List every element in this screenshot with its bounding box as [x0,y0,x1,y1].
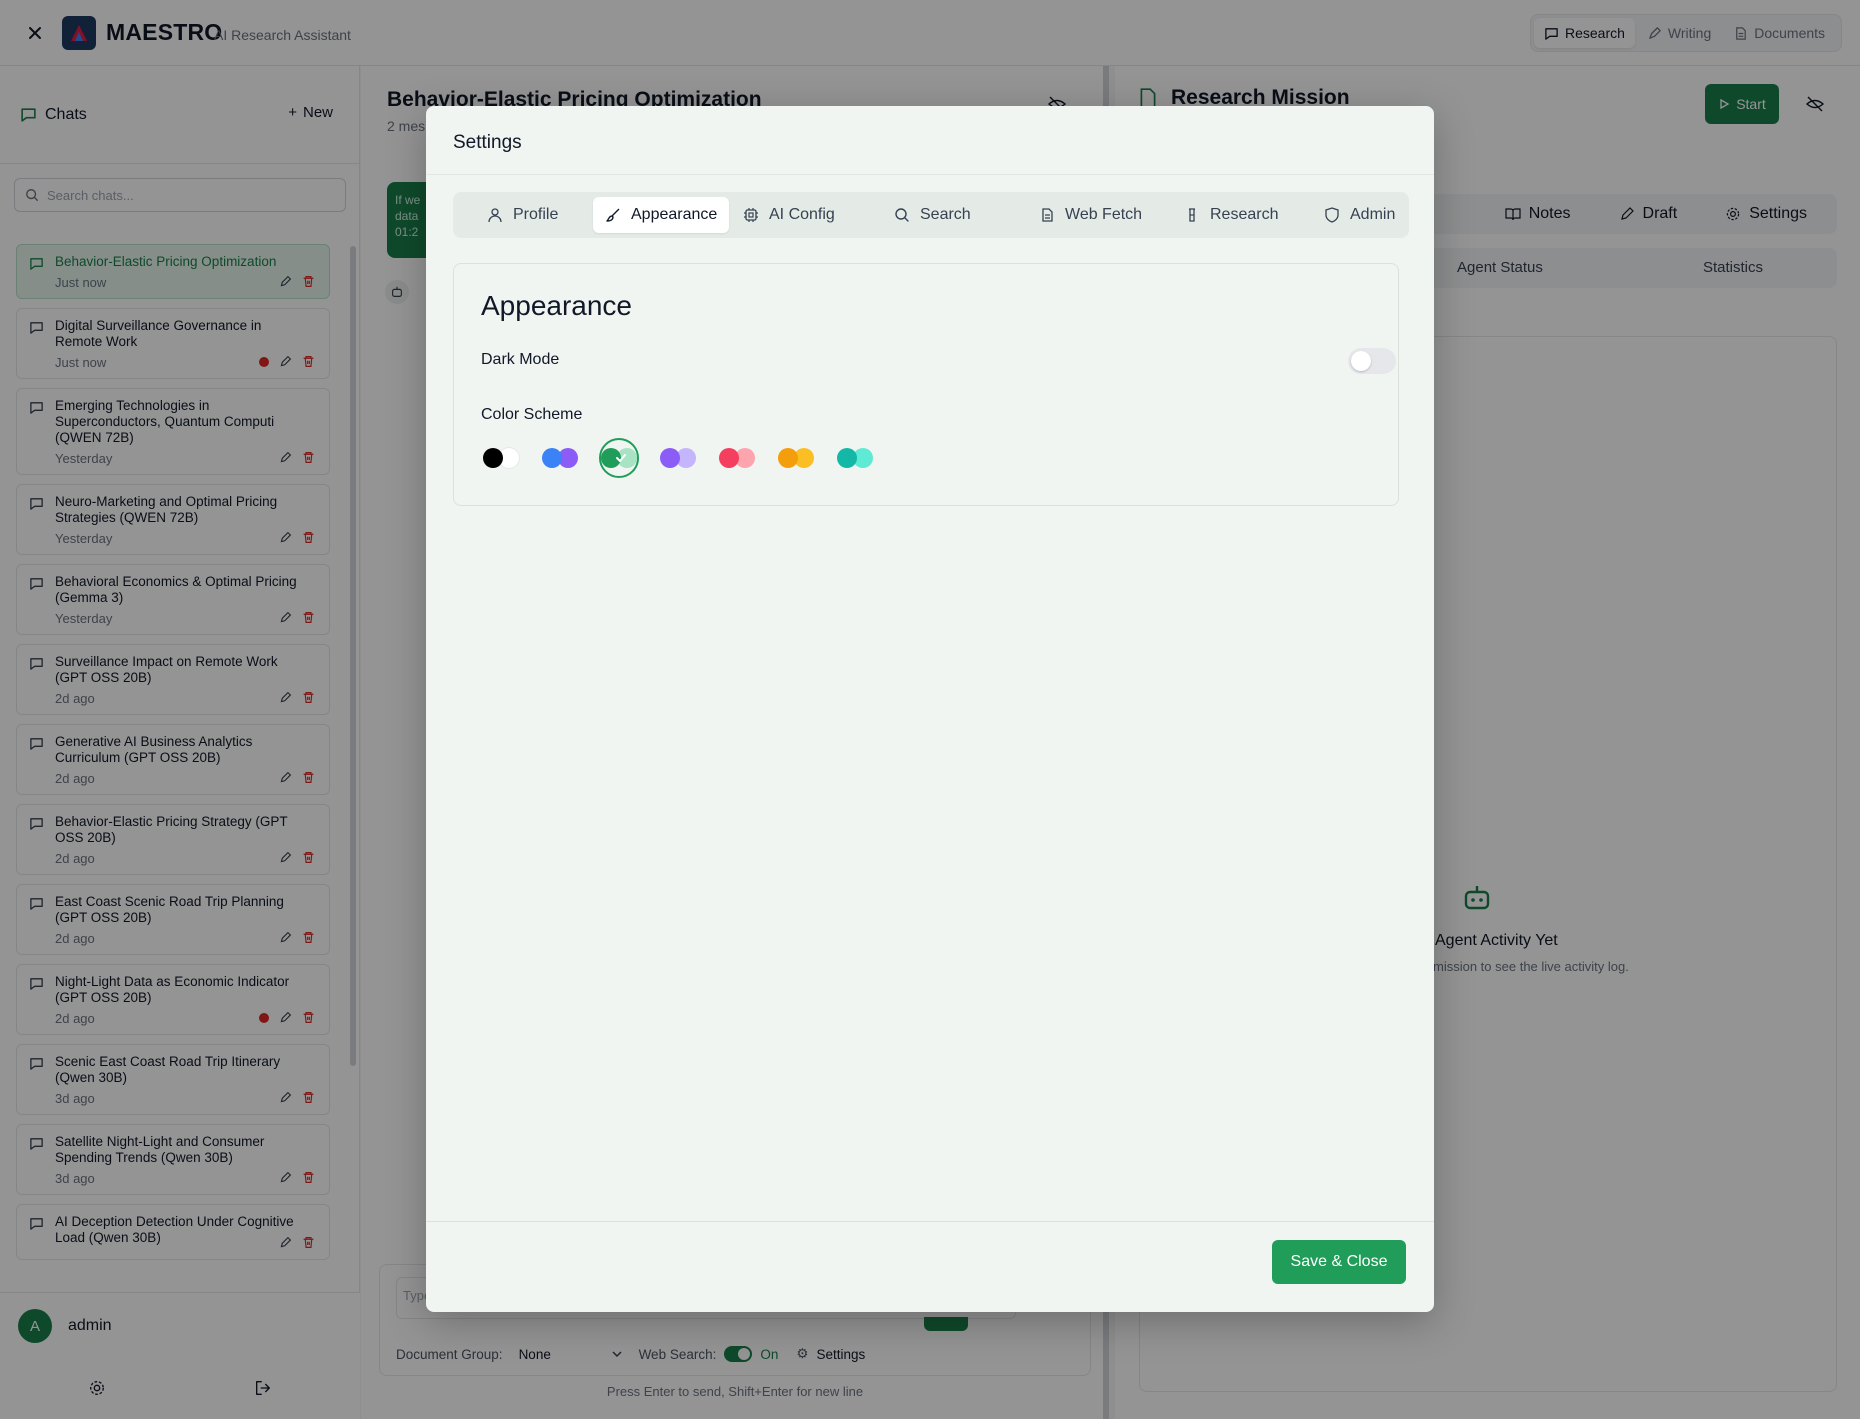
tab-search-label: Search [920,206,971,223]
color-scheme-label: Color Scheme [481,406,583,423]
user-icon [488,208,502,223]
swatch-primary [542,448,562,468]
cpu-icon [744,208,758,222]
color-scheme-emerald[interactable] [599,438,639,478]
swatch-primary [837,448,857,468]
modal-footer-divider [426,1221,1434,1222]
tab-appearance[interactable]: Appearance [593,197,730,233]
color-scheme-default[interactable] [481,438,521,478]
file-text-icon [1042,208,1053,222]
tab-search[interactable]: Search [882,197,983,233]
modal-title: Settings [453,132,522,153]
tab-web-fetch[interactable]: Web Fetch [1027,197,1154,233]
settings-modal: Settings Profile Appearance AI Config Se… [426,106,1434,1312]
color-scheme-teal[interactable] [835,438,875,478]
tab-admin-label: Admin [1350,206,1396,223]
tab-ai-config-label: AI Config [769,206,835,223]
appearance-card: Appearance Dark Mode Color Scheme [453,263,1399,506]
swatch-primary [719,448,739,468]
shield-icon [1325,207,1339,223]
color-scheme-amber[interactable] [776,438,816,478]
tab-research[interactable]: Research [1172,197,1290,233]
dark-mode-label: Dark Mode [481,351,560,368]
flask-icon [1189,208,1195,222]
settings-tabs: Profile Appearance AI Config Search Web … [453,192,1409,238]
color-scheme-purple[interactable] [658,438,698,478]
check-icon [616,454,626,462]
tab-appearance-label: Appearance [631,206,718,223]
tab-admin[interactable]: Admin [1312,197,1407,233]
swatch-primary [660,448,680,468]
tab-web-fetch-label: Web Fetch [1065,206,1143,223]
swatch-primary [778,448,798,468]
color-scheme-blue[interactable] [540,438,580,478]
tab-research-label: Research [1210,206,1279,223]
swatch-primary [483,448,503,468]
tab-profile[interactable]: Profile [475,197,570,233]
dark-mode-toggle[interactable] [1348,348,1396,374]
paintbrush-icon [606,208,620,222]
modal-divider [426,174,1434,175]
tab-profile-label: Profile [513,206,559,223]
tab-ai-config[interactable]: AI Config [731,197,847,233]
save-close-button[interactable]: Save & Close [1272,1240,1406,1284]
color-scheme-rose[interactable] [717,438,757,478]
search-icon [895,208,909,222]
section-title: Appearance [481,290,633,321]
